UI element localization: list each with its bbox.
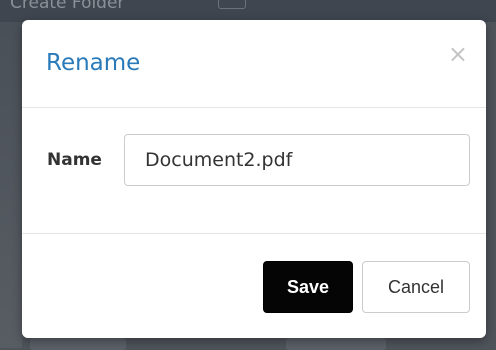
save-button[interactable]: Save <box>263 261 353 313</box>
name-input[interactable] <box>124 134 470 186</box>
dialog-header: Rename × <box>22 20 486 108</box>
create-folder-link: Create Folder <box>10 0 125 13</box>
cancel-button[interactable]: Cancel <box>362 261 470 313</box>
background-button <box>30 338 126 350</box>
folder-icon <box>218 0 246 9</box>
name-label: Name <box>47 150 102 170</box>
rename-dialog: Rename × Name Save Cancel <box>22 20 486 338</box>
close-icon[interactable]: × <box>448 42 468 66</box>
background-button <box>286 338 386 350</box>
dialog-body: Name <box>22 108 486 234</box>
background-toolbar: Create Folder <box>0 0 496 22</box>
dialog-title: Rename <box>46 50 141 76</box>
background-sidebar-edge <box>0 22 22 348</box>
